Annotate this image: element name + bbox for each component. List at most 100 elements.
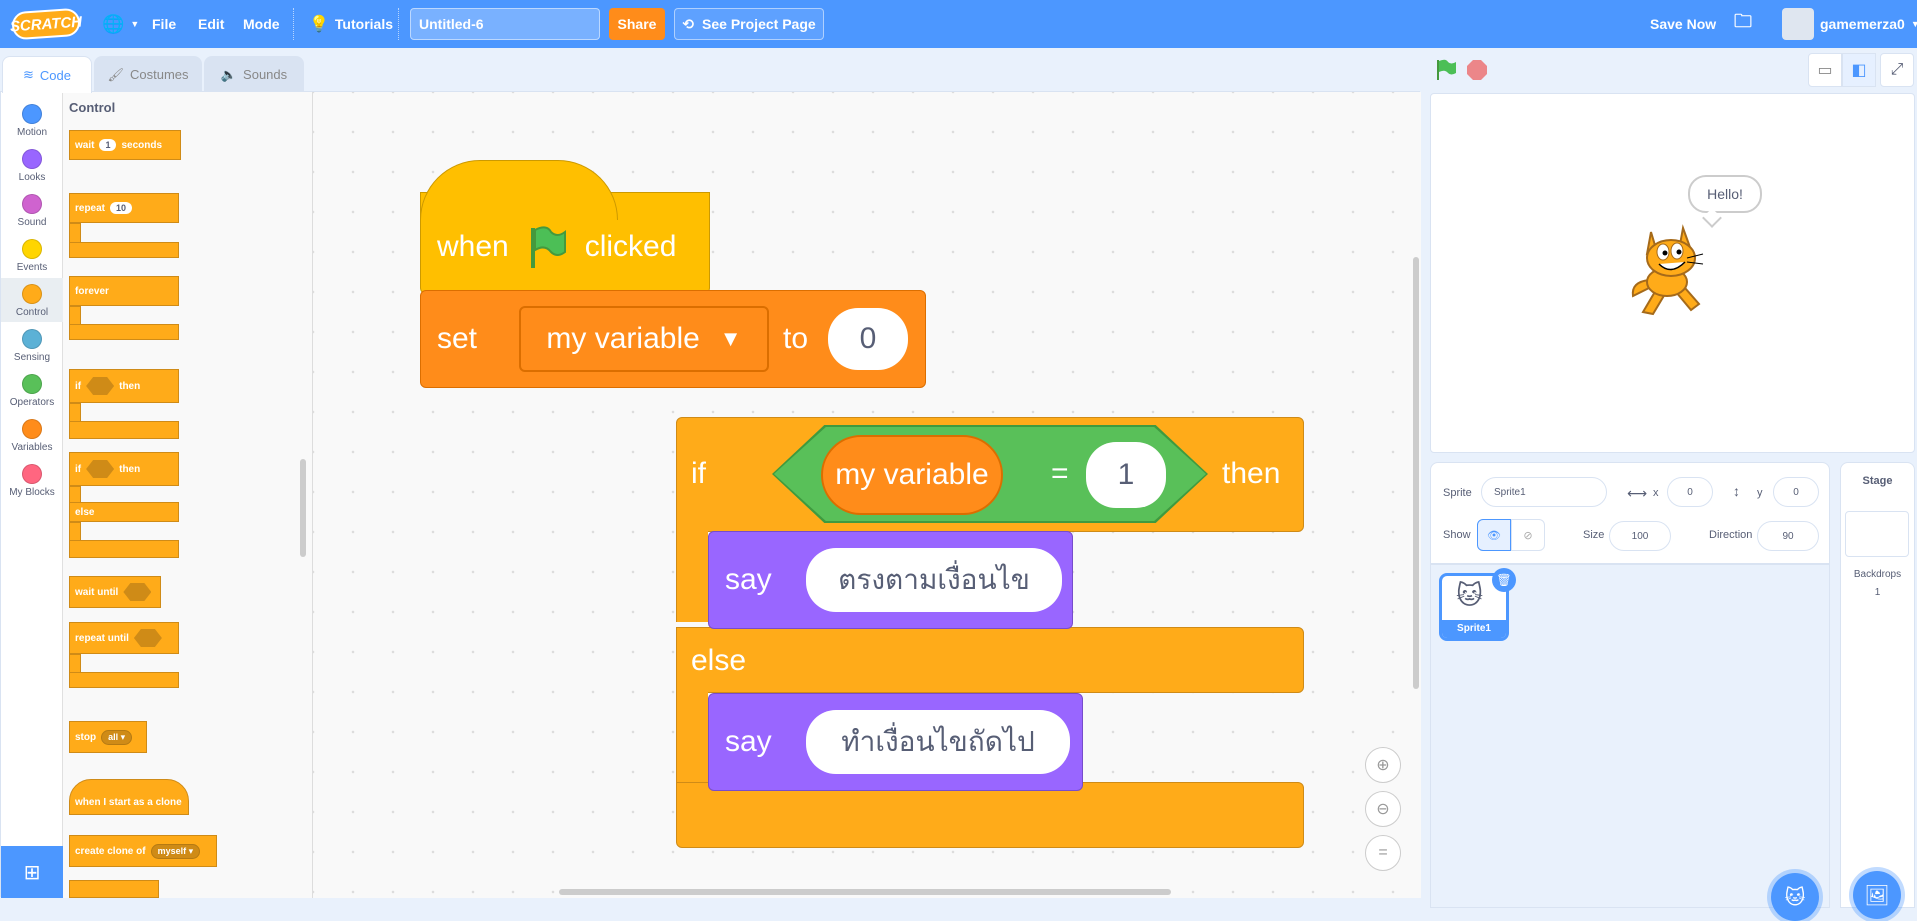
choose-sprite-icon[interactable]: 🐱 [1771, 873, 1819, 921]
category-my-blocks[interactable]: My Blocks [1, 458, 63, 502]
forever-block[interactable]: forever [69, 276, 179, 306]
hide-sprite-eye-icon[interactable]: ⊘ [1511, 519, 1545, 551]
block-text: repeat until [75, 632, 129, 644]
palette-scrollbar[interactable] [300, 459, 306, 557]
size-input[interactable]: 100 [1609, 521, 1671, 551]
set-value-input[interactable]: 0 [828, 308, 908, 370]
create-clone-block[interactable]: create clone of myself ▾ [69, 835, 217, 867]
save-now-button[interactable]: Save Now [1650, 0, 1716, 48]
if-else-arm-1 [676, 522, 708, 622]
fullscreen-icon[interactable]: ⤢ [1880, 53, 1914, 87]
category-control[interactable]: Control [1, 278, 63, 322]
script-workspace[interactable]: when clicked set my variable ▼ to 0 if m… [313, 92, 1421, 898]
compare-value-input[interactable]: 1 [1086, 442, 1166, 508]
see-project-page-button[interactable]: ⟲ See Project Page [674, 8, 824, 40]
say-label: say [725, 725, 772, 758]
else-label: else [691, 644, 747, 677]
tutorials-button[interactable]: 💡 Tutorials [309, 0, 393, 48]
account-menu[interactable]: gamemerza0 ▼ [1782, 0, 1917, 48]
delete-sprite-icon[interactable]: 🗑 [1492, 568, 1516, 592]
if-then-block[interactable]: if then [69, 369, 179, 403]
extension-icon: ⊞ [23, 861, 41, 884]
caret-down-icon: ▼ [130, 19, 140, 29]
category-sound[interactable]: Sound [1, 188, 63, 232]
block-text: when I start as a clone [75, 796, 182, 808]
variables-color-icon [22, 419, 42, 439]
workspace-v-scrollbar[interactable] [1413, 257, 1419, 689]
zoom-out-icon[interactable]: ⊖ [1365, 791, 1401, 827]
green-flag-icon[interactable] [1434, 58, 1458, 87]
tab-costumes-label: Costumes [129, 67, 189, 82]
zoom-reset-icon[interactable]: = [1365, 835, 1401, 871]
backdrops-count: 1 [1874, 587, 1881, 598]
direction-input[interactable]: 90 [1757, 521, 1819, 551]
boolean-slot[interactable] [86, 460, 115, 478]
category-sensing[interactable]: Sensing [1, 323, 63, 367]
project-title-input[interactable] [410, 8, 600, 40]
stop-dropdown[interactable]: all ▾ [101, 729, 133, 745]
clone-dropdown[interactable]: myself ▾ [150, 843, 201, 859]
share-button[interactable]: Share [609, 8, 665, 40]
y-input[interactable]: 0 [1773, 477, 1819, 507]
show-sprite-eye-icon[interactable]: 👁 [1477, 519, 1511, 551]
then-label: then [1222, 457, 1281, 490]
category-events[interactable]: Events [1, 233, 63, 277]
category-looks[interactable]: Looks [1, 143, 63, 187]
when-flag-clicked-row: when clicked [437, 222, 676, 272]
x-input[interactable]: 0 [1667, 477, 1713, 507]
choose-backdrop-icon[interactable]: 🖼 [1853, 871, 1901, 919]
wait-block[interactable]: wait 1 seconds [69, 130, 181, 160]
zoom-in-icon[interactable]: ⊕ [1365, 747, 1401, 783]
lightbulb-icon: 💡 [309, 16, 329, 33]
x-label: x [1653, 487, 1659, 499]
tab-code[interactable]: ≋ Code [2, 56, 92, 93]
variable-reporter[interactable]: my variable [821, 435, 1003, 515]
say-text-input-1[interactable]: ตรงตามเงื่อนไข [806, 548, 1062, 612]
repeat-until-block[interactable]: repeat until [69, 622, 179, 654]
username: gamemerza0 [1820, 16, 1905, 32]
when-i-start-as-a-clone-block[interactable]: when I start as a clone [69, 779, 189, 815]
block-input[interactable]: 1 [99, 139, 117, 151]
variable-dropdown[interactable]: my variable ▼ [519, 306, 769, 372]
stop-block[interactable]: stop all ▾ [69, 721, 147, 753]
category-motion[interactable]: Motion [1, 98, 63, 142]
cat-sprite[interactable] [1621, 222, 1721, 327]
block-text: when [437, 230, 509, 263]
repeat-block-foot [69, 242, 179, 258]
boolean-slot[interactable] [123, 583, 152, 601]
link-icon: ⟲ [682, 15, 695, 32]
say-text-input-2[interactable]: ทำเงื่อนไขถัดไป [806, 710, 1070, 774]
block-text: if [75, 380, 82, 392]
repeat-block[interactable]: repeat 10 [69, 193, 179, 223]
stage-target-panel[interactable]: Stage Backdrops 1 🖼 [1840, 462, 1915, 919]
stage[interactable]: Hello! [1430, 93, 1915, 453]
category-variables[interactable]: Variables [1, 413, 63, 457]
small-stage-icon[interactable]: ▭ [1808, 53, 1842, 87]
category-operators[interactable]: Operators [1, 368, 63, 412]
add-extension-button[interactable]: ⊞ [1, 846, 63, 898]
tab-costumes[interactable]: 🖌 Costumes [94, 56, 202, 92]
stage-title: Stage [1862, 475, 1893, 487]
code-area: Motion Looks Sound Events Control Sensin… [0, 91, 1421, 898]
if-else-block[interactable]: if then [69, 452, 179, 486]
mode-menu[interactable]: Mode [243, 0, 280, 48]
cat-thumbnail-icon: 🐱 [1456, 580, 1484, 610]
boolean-slot[interactable] [86, 377, 115, 395]
workspace-h-scrollbar[interactable] [559, 889, 1171, 895]
edit-menu[interactable]: Edit [198, 0, 224, 48]
boolean-slot[interactable] [133, 629, 162, 647]
language-menu[interactable]: 🌐 ▼ [102, 0, 139, 48]
tab-sounds[interactable]: 🔈 Sounds [204, 56, 304, 92]
menu-divider [293, 8, 294, 40]
sprite-name-input[interactable] [1481, 477, 1607, 507]
my-stuff-button[interactable]: 🗀 [1734, 0, 1752, 48]
file-menu[interactable]: File [152, 0, 176, 48]
block-input[interactable]: 10 [110, 202, 133, 214]
large-stage-icon[interactable]: ◧ [1842, 53, 1876, 87]
scratch-logo[interactable]: SCRATCH [9, 7, 83, 41]
looks-color-icon [22, 149, 42, 169]
if-else-foot [676, 782, 1304, 848]
folder-icon: 🗀 [1734, 11, 1752, 31]
stop-icon[interactable] [1467, 60, 1487, 80]
wait-until-block[interactable]: wait until [69, 576, 161, 608]
